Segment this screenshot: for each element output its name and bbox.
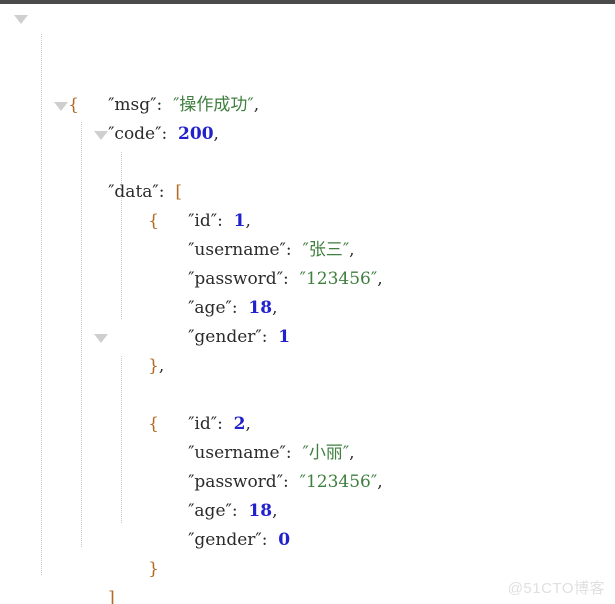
json-line-item-2-age: ″age″: 18, (0, 439, 615, 521)
watermark: @51CTO博客 (507, 580, 605, 597)
json-line-item-2-password: ″password″: ″123456″, (0, 410, 615, 492)
json-line-data-close: ] (0, 526, 615, 604)
json-line-item-1-gender: ″gender″: 1 (0, 265, 615, 347)
json-line-item-1-age: ″age″: 18, (0, 236, 615, 318)
json-line-root-open: { (0, 4, 615, 115)
collapse-triangle-root-icon[interactable] (14, 15, 28, 24)
json-line-item-2-username: ″username″: ″小丽″, (0, 381, 615, 463)
json-line-item-1-username: ″username″: ″张三″, (0, 178, 615, 260)
json-line-item-2-gender: ″gender″: 0 (0, 468, 615, 550)
json-line-item-1-close: }, (0, 294, 615, 376)
json-line-data-open: ″data″: [ (0, 91, 615, 202)
json-line-item-1-password: ″password″: ″123456″, (0, 207, 615, 289)
json-line-msg: ″msg″: ″操作成功″, (0, 33, 615, 115)
json-line-item-2-close: } (0, 497, 615, 579)
json-viewer-panel: { ″msg″: ″操作成功″, ″code″: 200, ″data″: [ … (0, 4, 615, 604)
collapse-triangle-item-2-icon[interactable] (94, 334, 108, 343)
collapse-triangle-item-1-icon[interactable] (94, 131, 108, 140)
json-line-item-2-open: { (0, 323, 615, 434)
json-line-item-2-id: ″id″: 2, (0, 352, 615, 434)
json-line-item-1-open: { (0, 120, 615, 231)
data-close-bracket: ] (108, 588, 115, 604)
json-line-item-1-id: ″id″: 1, (0, 149, 615, 231)
collapse-triangle-data-icon[interactable] (54, 102, 68, 111)
json-line-code: ″code″: 200, (0, 62, 615, 144)
